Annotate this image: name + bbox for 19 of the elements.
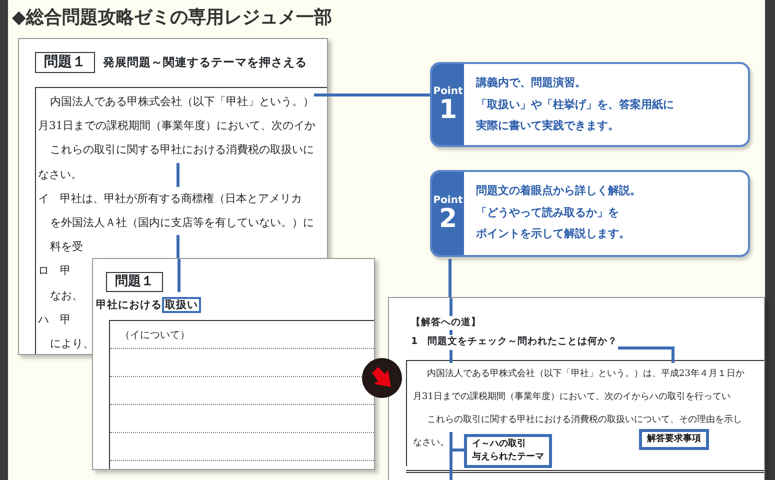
- point-number: 1: [438, 96, 458, 122]
- problem-number: 問題１: [106, 272, 163, 292]
- answer-prompt: 甲社における 取扱い: [96, 298, 201, 314]
- point-label: Point: [433, 86, 463, 96]
- solution-subheading: 1 問題文をチェック～問われたことは何か？: [411, 335, 618, 350]
- point-text: 講義内で、問題演習。: [476, 75, 587, 91]
- point-text: 「どうやって読み取るか」を: [476, 204, 620, 220]
- callout-label: イ～ハの取引 与えられたテーマ: [464, 434, 552, 468]
- point-number: 2: [438, 206, 458, 232]
- point-label: Point: [433, 196, 463, 206]
- point-text: 実際に書いて実践できます。: [476, 118, 620, 134]
- callout-label: 解答要求事項: [639, 429, 709, 450]
- problem-number: 問題１: [35, 52, 95, 73]
- answer-label: （イについて）: [119, 330, 190, 341]
- page-title: ◆総合問題攻略ゼミの専用レジュメ一部: [12, 6, 332, 30]
- problem-heading: 発展問題～関連するテーマを押さえる: [103, 54, 307, 71]
- point-text: ポイントを示して解説します。: [476, 226, 631, 242]
- point-text: 「取扱い」や「柱挙げ」を、答案用紙に: [476, 96, 674, 112]
- point-text: 問題文の着眼点から詳しく解説。: [476, 183, 641, 199]
